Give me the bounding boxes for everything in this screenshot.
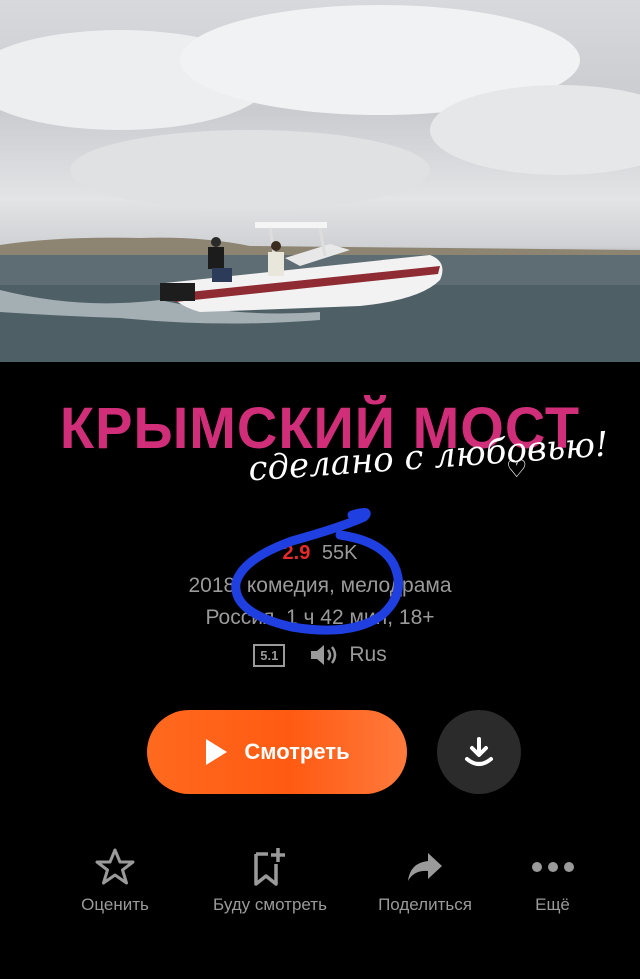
share-icon [408, 853, 442, 881]
more-label: Ещё [535, 895, 570, 914]
more-action[interactable]: Ещё [510, 845, 595, 915]
heart-icon: ♡ [506, 456, 528, 483]
audio-info: Rus [309, 643, 387, 667]
star-icon [95, 848, 135, 885]
watch-button[interactable]: Смотреть [147, 710, 407, 794]
rating-value: 2.9 [282, 542, 311, 564]
more-dots-icon [531, 862, 574, 872]
audio-language: Rus [349, 643, 387, 666]
meta-year-genres: 2018, комедия, мелодрама [188, 574, 452, 597]
action-bar: Оценить Буду смотреть Поделиться Ещё [0, 845, 640, 925]
speaker-icon [311, 645, 337, 665]
rate-action[interactable]: Оценить [60, 845, 170, 915]
share-action[interactable]: Поделиться [355, 845, 495, 915]
title-logo: КРЫМСКИЙ МОСТ сделано с любовью! ♡ [0, 394, 640, 489]
meta-country-duration-age: Россия, 1 ч 42 мин, 18+ [205, 606, 435, 629]
rating-row: 2.9 55K [0, 542, 640, 565]
share-label: Поделиться [378, 895, 472, 914]
hero-image [0, 0, 640, 362]
watch-button-label: Смотреть [244, 739, 350, 764]
bookmark-add-icon [254, 848, 285, 886]
rating-count: 55K [321, 542, 358, 564]
download-button[interactable] [437, 710, 521, 794]
watch-later-label: Буду смотреть [213, 895, 327, 914]
tech-info-row: 5.1 Rus [0, 643, 640, 667]
sound-format-badge: 5.1 [253, 643, 286, 667]
rate-label: Оценить [81, 895, 149, 914]
watch-later-action[interactable]: Буду смотреть [190, 845, 350, 915]
download-icon [465, 737, 493, 766]
play-icon [206, 739, 228, 765]
